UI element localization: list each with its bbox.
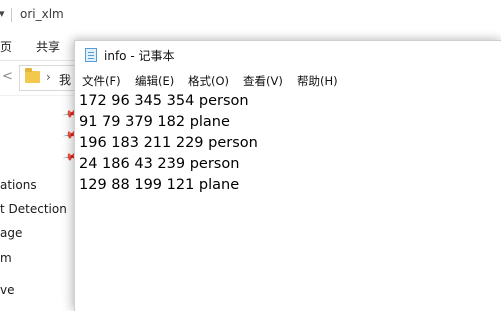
nav-item[interactable]: ations	[0, 178, 37, 192]
ribbon-tab-home[interactable]: 页	[0, 38, 12, 55]
chevron-right-icon[interactable]: ›	[46, 70, 51, 84]
text-line: 91 79 379 182 plane	[79, 114, 230, 130]
address-path-segment[interactable]: 我	[59, 71, 71, 88]
notepad-titlebar[interactable]: info - 记事本	[75, 41, 501, 70]
back-arrow-icon[interactable]: <	[2, 69, 13, 84]
menu-help[interactable]: 帮助(H)	[297, 73, 338, 89]
nav-item[interactable]: age	[0, 226, 22, 240]
text-line: 196 183 211 229 person	[79, 135, 258, 151]
nav-item[interactable]: ve	[0, 283, 14, 297]
notepad-app-icon[interactable]	[85, 48, 97, 62]
explorer-titlebar: ▾ ori_xlm	[0, 0, 501, 30]
notepad-window: info - 记事本 文件(F) 编辑(E) 格式(O) 查看(V) 帮助(H)…	[74, 40, 501, 311]
text-line: 24 186 43 239 person	[79, 156, 240, 172]
menu-file[interactable]: 文件(F)	[82, 73, 121, 89]
notepad-window-title: info - 记事本	[104, 49, 175, 63]
nav-item[interactable]: t Detection	[0, 202, 67, 216]
text-line: 129 88 199 121 plane	[79, 177, 240, 193]
nav-item[interactable]: m	[0, 251, 12, 265]
menu-format[interactable]: 格式(O)	[188, 73, 229, 89]
menu-view[interactable]: 查看(V)	[243, 73, 283, 89]
notepad-menubar: 文件(F) 编辑(E) 格式(O) 查看(V) 帮助(H)	[75, 70, 501, 92]
ribbon-tab-share[interactable]: 共享	[36, 38, 60, 55]
text-line: 172 96 345 354 person	[79, 93, 249, 109]
explorer-window-title: ori_xlm	[20, 7, 64, 21]
menu-edit[interactable]: 编辑(E)	[135, 73, 174, 89]
titlebar-divider	[11, 8, 12, 22]
notepad-text-area[interactable]: 172 96 345 354 person 91 79 379 182 plan…	[79, 93, 494, 305]
quick-access-dropdown-icon[interactable]: ▾	[0, 7, 5, 20]
folder-icon	[25, 68, 40, 83]
navigation-pane: 📌 📌 📌 ations t Detection age m ve	[0, 96, 78, 310]
